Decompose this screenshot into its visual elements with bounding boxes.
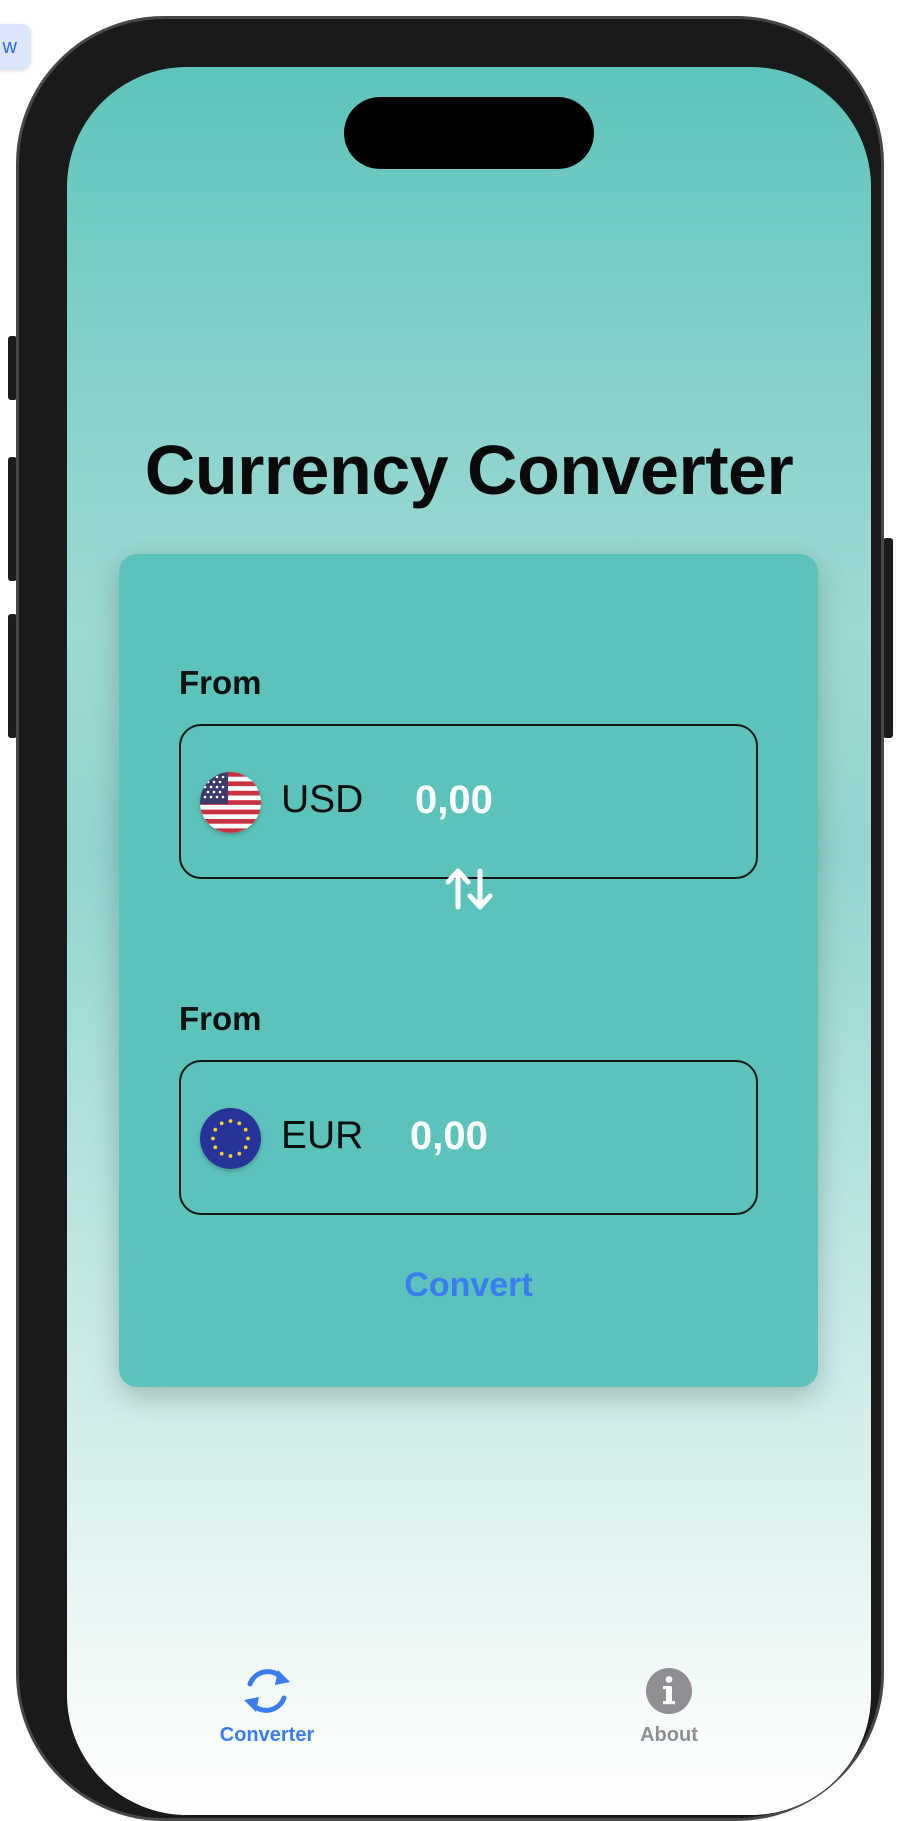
preview-chip[interactable]: w — [0, 24, 31, 70]
tab-about-label: About — [640, 1724, 698, 1746]
from-amount-input[interactable]: 0,00 — [415, 778, 493, 823]
tab-converter-label: Converter — [219, 1724, 315, 1746]
to-label: From — [179, 1000, 262, 1037]
converter-card: From USD 0,00 From EUR 0,00 Convert — [119, 554, 818, 1387]
convert-button[interactable]: Convert — [119, 1266, 818, 1305]
eu-flag-icon[interactable] — [200, 1108, 261, 1169]
info-icon — [640, 1664, 698, 1718]
to-amount-output: 0,00 — [410, 1114, 488, 1158]
refresh-cycle-icon — [238, 1664, 296, 1718]
page-title: Currency Converter — [144, 431, 794, 509]
from-currency-code[interactable]: USD — [281, 778, 363, 822]
power-button — [883, 538, 893, 738]
app-screen: Currency Converter From USD 0,00 From EU… — [67, 67, 871, 1815]
tab-converter[interactable]: Converter — [177, 1664, 357, 1747]
us-flag-icon[interactable] — [200, 772, 261, 833]
to-currency-field[interactable]: EUR 0,00 — [179, 1060, 758, 1215]
to-currency-code[interactable]: EUR — [281, 1114, 363, 1158]
from-currency-field[interactable]: USD 0,00 — [179, 724, 758, 879]
from-label: From — [179, 664, 262, 701]
dynamic-island — [344, 97, 594, 169]
swap-arrows-icon[interactable] — [444, 867, 494, 911]
device-frame: Currency Converter From USD 0,00 From EU… — [16, 16, 884, 1821]
tab-about[interactable]: About — [579, 1664, 759, 1747]
simulator-stage: w Currency Converter From USD 0,00 From … — [0, 0, 904, 1821]
